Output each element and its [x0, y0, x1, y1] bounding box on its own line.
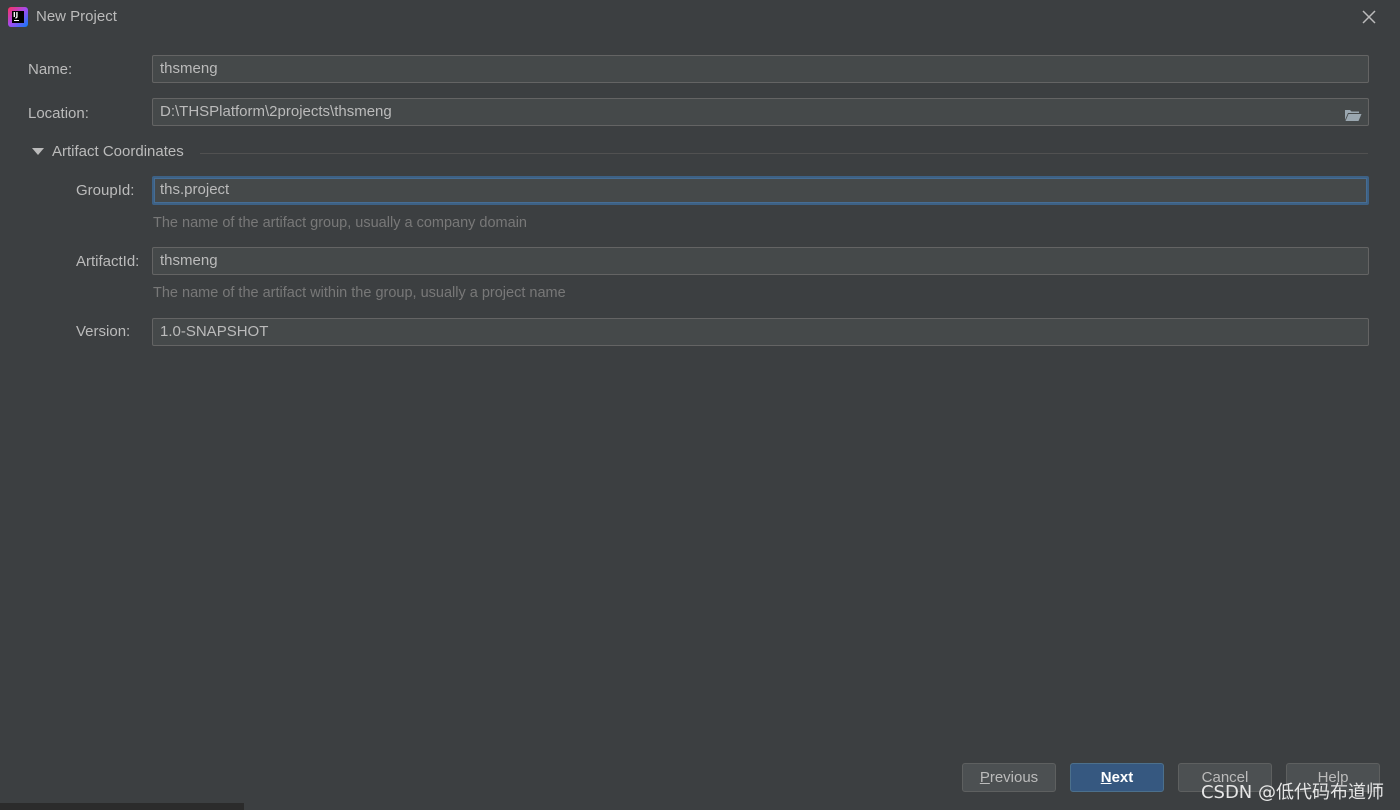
window-title: New Project: [36, 8, 117, 25]
watermark: CSDN @低代码布道师: [1200, 782, 1384, 803]
artifact-id-hint: The name of the artifact within the grou…: [153, 285, 566, 301]
section-divider: [200, 153, 1368, 154]
previous-mnemonic: P: [979, 769, 990, 786]
version-label: Version:: [76, 323, 131, 340]
previous-button[interactable]: Previous: [962, 763, 1056, 792]
group-id-input[interactable]: ths.project: [152, 176, 1369, 205]
artifact-id-label: ArtifactId:: [76, 253, 140, 270]
name-label: Name:: [28, 61, 73, 78]
next-mnemonic: N: [1100, 769, 1112, 786]
new-project-dialog: IJ New Project Name: thsmeng Location: D…: [0, 0, 1400, 810]
title-bar: IJ New Project: [0, 0, 1400, 36]
name-input[interactable]: thsmeng: [152, 55, 1369, 83]
previous-label: revious: [989, 769, 1039, 786]
group-id-label: GroupId:: [76, 182, 135, 199]
intellij-idea-icon: IJ: [8, 7, 28, 27]
section-title: Artifact Coordinates: [52, 143, 184, 160]
folder-icon[interactable]: [1344, 105, 1362, 121]
version-input[interactable]: 1.0-SNAPSHOT: [152, 318, 1369, 346]
group-id-hint: The name of the artifact group, usually …: [153, 215, 527, 231]
close-icon[interactable]: [1358, 6, 1380, 28]
taskbar-strip: [0, 803, 244, 810]
next-button[interactable]: Next: [1070, 763, 1164, 792]
location-label: Location:: [28, 105, 89, 122]
artifact-id-input[interactable]: thsmeng: [152, 247, 1369, 275]
location-input[interactable]: D:\THSPlatform\2projects\thsmeng: [152, 98, 1369, 126]
location-value: D:\THSPlatform\2projects\thsmeng: [160, 103, 392, 120]
next-label: ext: [1111, 769, 1134, 786]
chevron-down-icon: [32, 148, 44, 155]
